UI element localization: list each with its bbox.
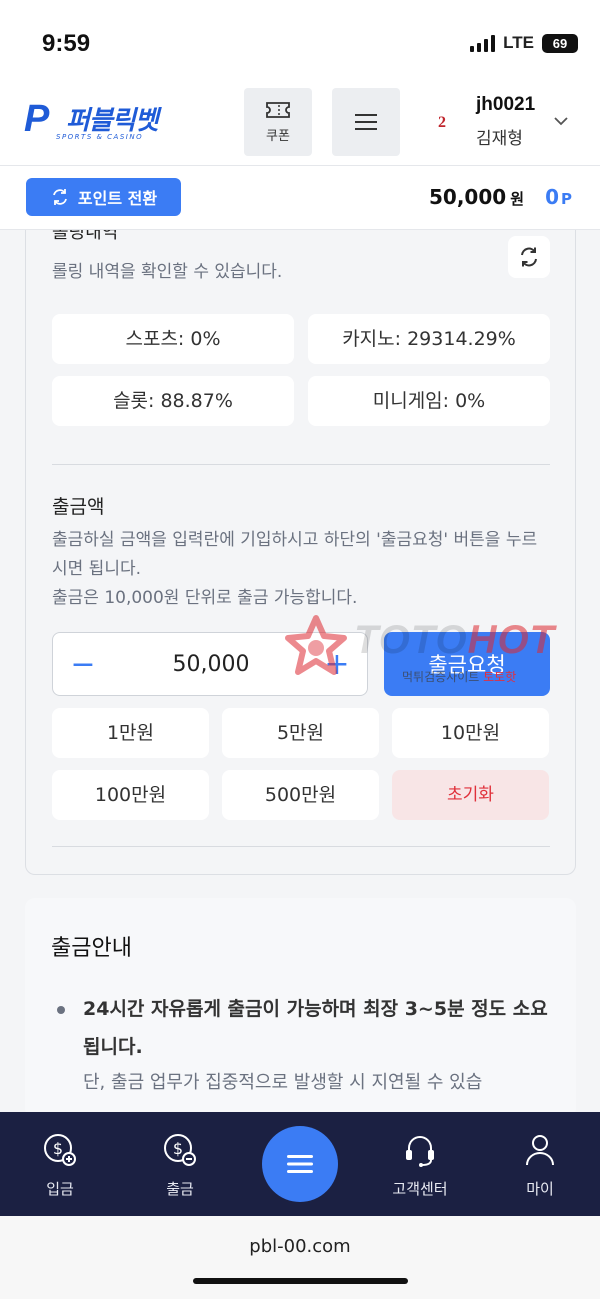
status-bar: 9:59 LTE 69 xyxy=(0,0,600,80)
rolling-title: 롤링내역 xyxy=(52,230,119,243)
bottom-tab-bar: $ 입금 $ 출금 고객센터 마이 xyxy=(0,1112,600,1216)
exchange-icon xyxy=(53,189,67,205)
increase-button[interactable]: + xyxy=(307,633,367,695)
withdraw-title: 출금액 xyxy=(52,496,105,518)
status-time: 9:59 xyxy=(42,30,91,57)
ticket-icon xyxy=(266,101,290,118)
amount-stepper: − + xyxy=(52,632,368,696)
tab-my[interactable]: 마이 xyxy=(490,1132,590,1199)
balance-unit: 원 xyxy=(510,190,524,208)
logo-subtitle: SPORTS & CASINO xyxy=(56,133,144,141)
chevron-down-icon xyxy=(554,117,568,126)
quick-amount-10k[interactable]: 1만원 xyxy=(52,708,209,758)
quick-amount-50k[interactable]: 5만원 xyxy=(222,708,379,758)
bullet-dot xyxy=(57,1006,65,1014)
section-divider xyxy=(52,464,550,465)
quick-amount-100k[interactable]: 10만원 xyxy=(392,708,549,758)
refresh-icon xyxy=(521,247,537,267)
refresh-button[interactable] xyxy=(508,236,550,278)
guide-sub-text: 단, 출금 업무가 집중적으로 발생할 시 지연될 수 있습 xyxy=(83,1072,483,1093)
svg-text:$: $ xyxy=(173,1139,183,1158)
url-text[interactable]: pbl-00.com xyxy=(0,1236,600,1257)
signal-icon xyxy=(470,34,496,52)
hamburger-icon xyxy=(287,1155,313,1173)
coupon-label: 쿠폰 xyxy=(266,128,290,144)
withdraw-description: 출금하실 금액을 입력란에 기입하시고 하단의 '출금요청' 버튼을 누르시면 … xyxy=(52,526,552,613)
stat-casino: 카지노: 29314.29% xyxy=(308,314,550,364)
quick-amount-1m[interactable]: 100만원 xyxy=(52,770,209,820)
stat-minigame: 미니게임: 0% xyxy=(308,376,550,426)
tab-deposit-label: 입금 xyxy=(46,1180,74,1198)
tab-deposit[interactable]: $ 입금 xyxy=(10,1132,110,1199)
guide-title: 출금안내 xyxy=(51,936,132,961)
svg-text:$: $ xyxy=(53,1139,63,1158)
browser-url-bar: pbl-00.com xyxy=(0,1216,600,1299)
withdraw-desc-line1: 출금하실 금액을 입력란에 기입하시고 하단의 '출금요청' 버튼을 누르시면 … xyxy=(52,530,538,579)
main-menu-button[interactable] xyxy=(262,1126,338,1202)
hamburger-icon xyxy=(355,114,377,130)
user-name: 김재형 xyxy=(476,129,523,149)
app-header: P 퍼블릭벳 SPORTS & CASINO 쿠폰 2 jh0021 김재형 xyxy=(0,80,600,166)
point-convert-button[interactable]: 포인트 전환 xyxy=(26,178,181,216)
stat-slot: 슬롯: 88.87% xyxy=(52,376,294,426)
brand-logo[interactable]: P 퍼블릭벳 SPORTS & CASINO xyxy=(24,98,174,146)
balance-amount: 50,000 xyxy=(429,185,507,209)
withdraw-guide: 출금안내 24시간 자유롭게 출금이 가능하며 최장 3~5분 정도 소요됩니다… xyxy=(25,898,576,1118)
withdraw-icon: $ xyxy=(164,1134,196,1166)
headset-icon xyxy=(406,1136,434,1167)
user-level-badge: 2 xyxy=(438,114,446,131)
withdraw-request-button[interactable]: 출금요청 xyxy=(384,632,550,696)
balance-bar: 포인트 전환 50,000 원 0P xyxy=(0,166,600,230)
quick-amount-5m[interactable]: 500만원 xyxy=(222,770,379,820)
tab-support[interactable]: 고객센터 xyxy=(370,1132,470,1199)
cash-balance: 50,000 원 xyxy=(429,185,524,209)
coupon-button[interactable]: 쿠폰 xyxy=(244,88,312,156)
withdraw-desc-line2: 출금은 10,000원 단위로 출금 가능합니다. xyxy=(52,588,358,608)
home-indicator[interactable] xyxy=(193,1278,408,1284)
rolling-description: 롤링 내역을 확인할 수 있습니다. xyxy=(52,262,283,282)
points-amount: 0 xyxy=(545,185,559,209)
point-convert-label: 포인트 전환 xyxy=(77,189,158,208)
point-balance: 0P xyxy=(545,185,572,209)
withdraw-card: 롤링내역 롤링 내역을 확인할 수 있습니다. 스포츠: 0% 카지노: 293… xyxy=(25,230,576,875)
amount-input[interactable] xyxy=(113,633,309,695)
logo-p-mark: P xyxy=(24,98,50,140)
points-unit: P xyxy=(561,190,572,208)
battery-icon: 69 xyxy=(542,33,578,53)
section-divider-bottom xyxy=(52,846,550,847)
tab-withdraw[interactable]: $ 출금 xyxy=(130,1132,230,1199)
logo-text: 퍼블릭벳 xyxy=(66,106,159,136)
network-type: LTE xyxy=(503,33,534,52)
tab-my-label: 마이 xyxy=(526,1180,554,1198)
user-icon xyxy=(526,1135,554,1166)
user-id: jh0021 xyxy=(476,94,536,115)
deposit-icon: $ xyxy=(44,1134,76,1166)
stat-sports: 스포츠: 0% xyxy=(52,314,294,364)
tab-withdraw-label: 출금 xyxy=(166,1180,194,1198)
reset-button[interactable]: 초기화 xyxy=(392,770,549,820)
status-indicators: LTE 69 xyxy=(470,33,578,53)
menu-button[interactable] xyxy=(332,88,400,156)
guide-bullet-text: 24시간 자유롭게 출금이 가능하며 최장 3~5분 정도 소요됩니다. xyxy=(83,998,548,1058)
tab-support-label: 고객센터 xyxy=(392,1180,448,1198)
decrease-button[interactable]: − xyxy=(53,633,113,695)
